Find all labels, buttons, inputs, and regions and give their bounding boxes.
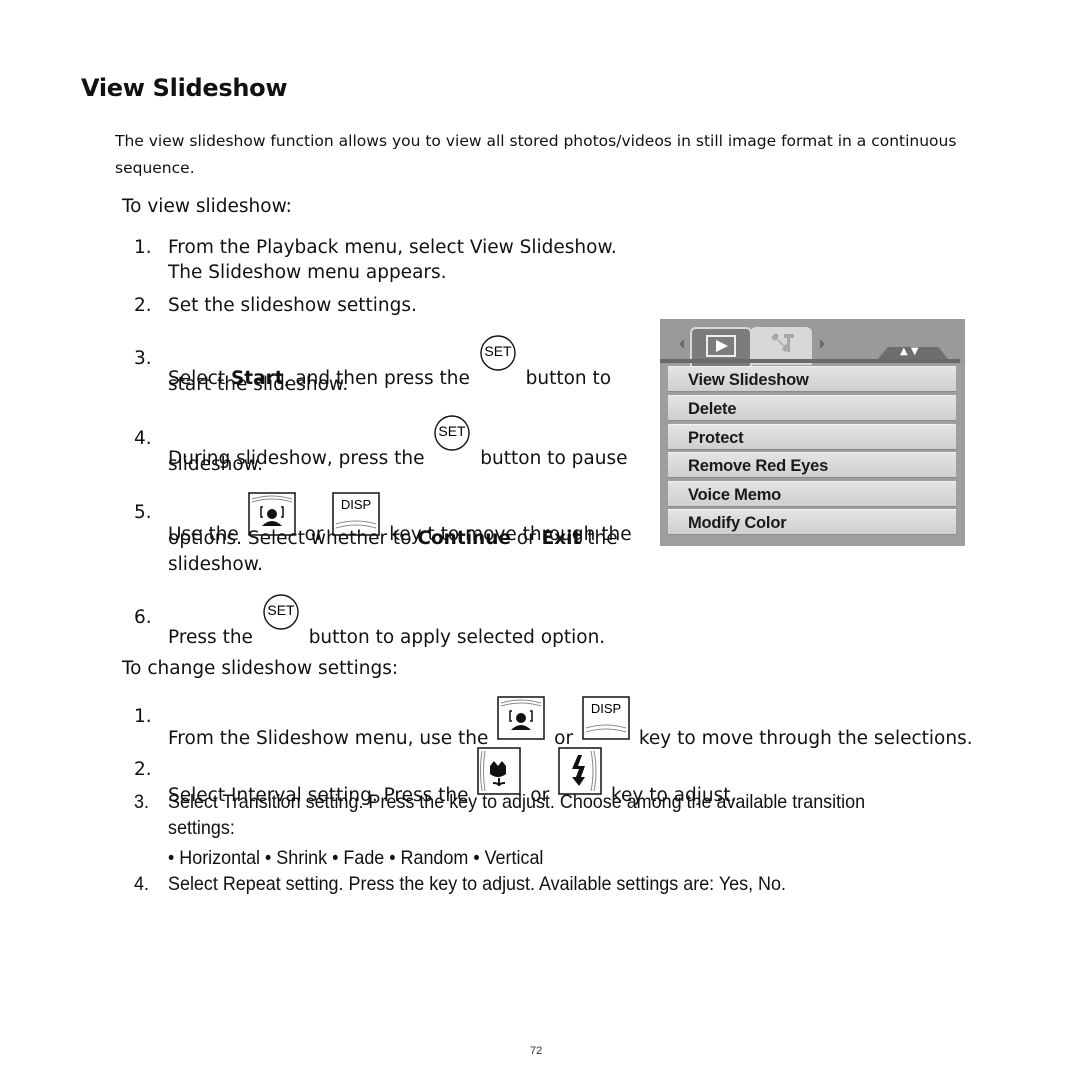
step-text: slideshow. bbox=[168, 454, 264, 475]
menu-item-modify-color: Modify Color bbox=[668, 509, 956, 535]
text: Press the bbox=[168, 627, 259, 648]
transition-options: • Horizontal • Shrink • Fade • Random • … bbox=[168, 847, 544, 869]
text: button to bbox=[519, 368, 612, 389]
text: From the Slideshow menu, use the bbox=[168, 728, 495, 749]
set-label: SET bbox=[439, 423, 467, 439]
step-number: 3. bbox=[134, 348, 152, 369]
menu-item-protect: Protect bbox=[668, 424, 956, 450]
step-text: slideshow. bbox=[168, 554, 264, 575]
tab-right-arrow-icon bbox=[820, 339, 825, 349]
face-detect-key-icon bbox=[497, 696, 546, 740]
disp-label: DISP bbox=[591, 701, 621, 716]
macro-key-icon bbox=[477, 747, 522, 795]
flash-key-icon bbox=[558, 747, 602, 795]
text: key to move through the selections. bbox=[632, 728, 973, 749]
step-text: Set the slideshow settings. bbox=[168, 295, 417, 316]
step-number: 1. bbox=[134, 237, 152, 258]
step-number: 3. bbox=[134, 791, 149, 813]
set-label: SET bbox=[484, 343, 512, 359]
text: or bbox=[548, 728, 579, 749]
intro-paragraph: The view slideshow function allows you t… bbox=[115, 132, 957, 177]
settings-wrench-icon bbox=[771, 333, 794, 352]
step-number: 4. bbox=[134, 873, 149, 895]
bold-text: Exit bbox=[541, 528, 582, 549]
disp-label: DISP bbox=[341, 497, 371, 512]
menu-item-voice-memo: Voice Memo bbox=[668, 481, 956, 507]
view-section-heading: To view slideshow: bbox=[122, 196, 292, 217]
divider bbox=[660, 359, 960, 363]
menu-item-view-slideshow: View Slideshow bbox=[668, 366, 956, 392]
menu-item-remove-red-eyes: Remove Red Eyes bbox=[668, 452, 956, 478]
text: button to pause bbox=[474, 448, 628, 469]
set-button-icon: SET bbox=[480, 335, 516, 371]
scroll-arrows-icon: ▲ ▼ bbox=[900, 346, 919, 357]
page-number: 72 bbox=[530, 1045, 543, 1057]
step-text: start the slideshow. bbox=[168, 374, 349, 395]
step-text: Select Repeat setting. Press the key to … bbox=[168, 873, 786, 895]
step-number: 1. bbox=[134, 706, 152, 727]
set-button-icon: SET bbox=[434, 415, 471, 451]
step-text: Press the SET button to apply selected o… bbox=[168, 594, 606, 648]
step-number: 5. bbox=[134, 502, 152, 523]
step-text: The Slideshow menu appears. bbox=[168, 262, 447, 283]
step-number: 6. bbox=[134, 607, 152, 628]
disp-key-icon: DISP bbox=[582, 696, 630, 740]
scroll-indicator: ▲ ▼ bbox=[878, 347, 948, 359]
step-text: settings: bbox=[168, 817, 235, 839]
step-text: options. Select whether to Continue or E… bbox=[168, 528, 618, 549]
menu-item-delete: Delete bbox=[668, 395, 956, 421]
tab-left-arrow-icon bbox=[679, 339, 684, 349]
page-title: View Slideshow bbox=[81, 74, 288, 102]
step-number: 2. bbox=[134, 295, 152, 316]
step-text: From the Playback menu, select View Slid… bbox=[168, 237, 617, 258]
text: the bbox=[581, 528, 618, 549]
set-label: SET bbox=[267, 602, 295, 618]
bold-text: Continue bbox=[417, 528, 511, 549]
camera-menu-screenshot: ▲ ▼ View Slideshow Delete Protect Remove… bbox=[660, 319, 965, 546]
step-number: 4. bbox=[134, 428, 152, 449]
text: or bbox=[510, 528, 542, 549]
set-button-icon: SET bbox=[263, 594, 299, 630]
text: button to apply selected option. bbox=[302, 627, 606, 648]
step-text: Select Transition setting. Press the key… bbox=[168, 791, 866, 813]
text: options. Select whether to bbox=[168, 528, 418, 549]
playback-icon bbox=[706, 335, 736, 357]
step-number: 2. bbox=[134, 759, 152, 780]
change-section-heading: To change slideshow settings: bbox=[122, 658, 399, 679]
step-text: From the Slideshow menu, use the or DISP… bbox=[168, 696, 973, 750]
